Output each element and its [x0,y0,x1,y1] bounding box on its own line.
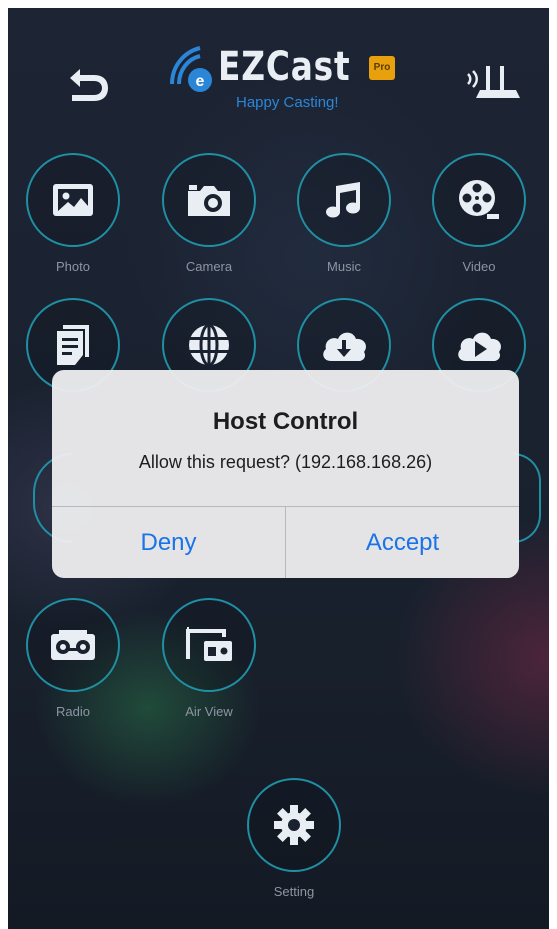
back-button[interactable] [60,66,112,106]
music-icon [326,182,360,218]
cloud-play-icon [458,332,502,361]
host-control-dialog: Host Control Allow this request? (192.16… [52,370,519,578]
air-view-icon [186,627,232,661]
wifi-router-icon [467,66,520,98]
cloud-download-icon [323,332,367,361]
deny-button[interactable]: Deny [52,507,285,578]
video-tile[interactable]: Video [429,153,529,274]
photo-label: Photo [56,259,90,274]
camera-icon [188,185,230,216]
radio-label: Radio [56,704,90,719]
setting-button[interactable] [247,778,341,872]
dialog-message: Allow this request? (192.168.168.26) [138,452,433,472]
music-tile[interactable]: Music [294,153,394,274]
film-reel-icon [459,180,499,219]
camera-label: Camera [185,259,233,274]
back-arrow-icon [70,69,108,101]
logo-title: EZCast [218,44,351,90]
logo-pro-badge: Pro [369,56,395,80]
setting-label: Setting [273,884,315,899]
gear-icon [274,805,314,845]
logo-tagline: Happy Casting! [236,94,339,111]
radio-icon [51,630,95,660]
photo-button[interactable] [26,153,120,247]
music-button[interactable] [297,153,391,247]
photo-tile[interactable]: Photo [23,153,123,274]
video-label: Video [462,259,496,274]
globe-icon [189,323,229,367]
cast-logo-icon: e [170,46,212,92]
air-view-tile[interactable]: Air View [159,598,259,719]
app-screen: e EZCast Pro Happy Casting! Photo Camera… [8,8,549,929]
radio-button[interactable] [26,598,120,692]
radio-tile[interactable]: Radio [23,598,123,719]
air-view-label: Air View [185,704,233,719]
air-view-button[interactable] [162,598,256,692]
setting-tile[interactable]: Setting [244,778,344,899]
camera-tile[interactable]: Camera [159,153,259,274]
router-button[interactable] [462,58,522,108]
video-button[interactable] [432,153,526,247]
dialog-title: Host Control [212,408,359,435]
document-icon [57,325,89,365]
photo-icon [53,184,93,216]
music-label: Music [327,259,361,274]
camera-button[interactable] [162,153,256,247]
accept-button[interactable]: Accept [286,507,519,578]
ezcast-logo: e EZCast Pro Happy Casting! [166,42,406,122]
svg-text:e: e [196,73,205,90]
